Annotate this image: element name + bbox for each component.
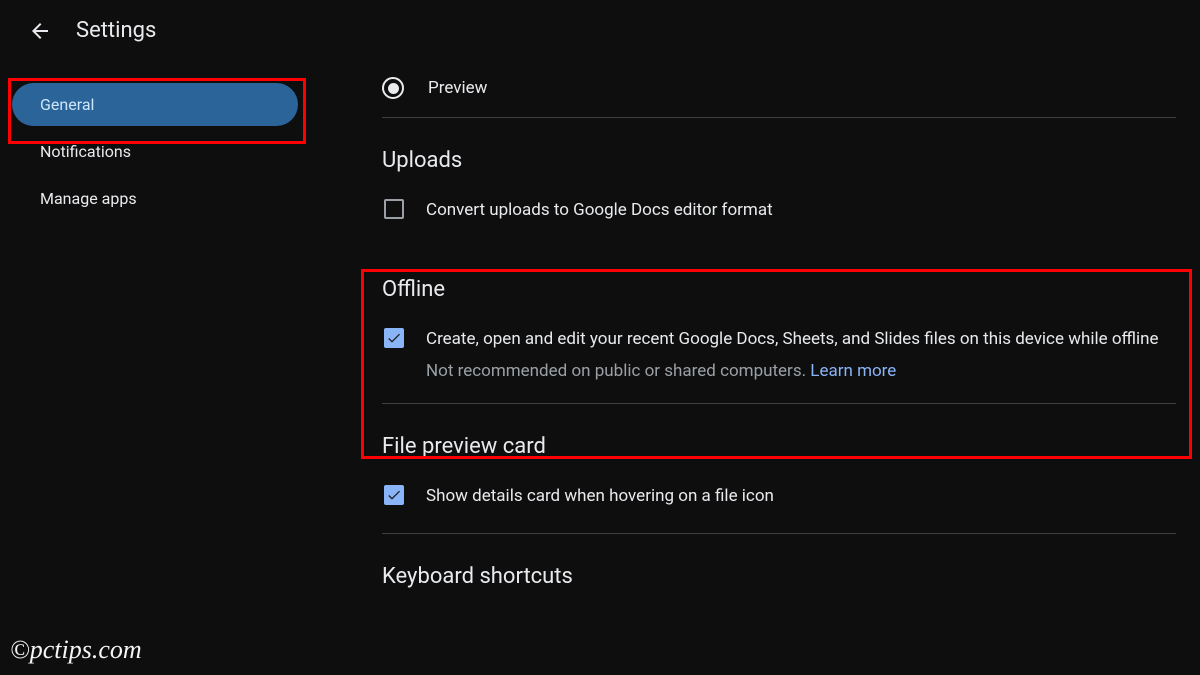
uploads-title: Uploads xyxy=(382,118,1176,191)
back-arrow-icon[interactable] xyxy=(28,19,52,43)
sidebar: General Notifications Manage apps xyxy=(0,61,310,607)
settings-content: Preview Uploads Convert uploads to Googl… xyxy=(310,61,1200,607)
file-preview-label: Show details card when hovering on a fil… xyxy=(426,483,774,509)
convert-uploads-checkbox[interactable] xyxy=(384,199,404,219)
offline-sub-text: Not recommended on public or shared comp… xyxy=(426,361,810,381)
offline-checkbox[interactable] xyxy=(384,328,404,348)
offline-label: Create, open and edit your recent Google… xyxy=(426,326,1159,352)
file-preview-title: File preview card xyxy=(382,404,1176,477)
keyboard-title: Keyboard shortcuts xyxy=(382,534,1176,607)
sidebar-item-manage-apps[interactable]: Manage apps xyxy=(12,177,298,220)
sidebar-item-label: Manage apps xyxy=(40,189,137,208)
sidebar-item-label: General xyxy=(40,95,94,114)
offline-title: Offline xyxy=(382,247,1176,320)
watermark: ©pctips.com xyxy=(10,635,142,665)
convert-uploads-label: Convert uploads to Google Docs editor fo… xyxy=(426,197,773,223)
preview-label: Preview xyxy=(428,78,487,98)
settings-header: Settings xyxy=(0,0,1200,61)
learn-more-link[interactable]: Learn more xyxy=(810,361,896,381)
offline-sublabel: Not recommended on public or shared comp… xyxy=(426,361,1159,381)
preview-row: Preview xyxy=(382,69,1176,117)
file-preview-row: Show details card when hovering on a fil… xyxy=(382,477,1176,533)
sidebar-item-label: Notifications xyxy=(40,142,131,161)
preview-radio[interactable] xyxy=(382,77,404,99)
file-preview-checkbox[interactable] xyxy=(384,485,404,505)
page-title: Settings xyxy=(76,18,156,43)
sidebar-item-notifications[interactable]: Notifications xyxy=(12,130,298,173)
offline-row: Create, open and edit your recent Google… xyxy=(382,320,1176,380)
radio-selected-icon xyxy=(388,83,399,94)
uploads-row: Convert uploads to Google Docs editor fo… xyxy=(382,191,1176,247)
sidebar-item-general[interactable]: General xyxy=(12,83,298,126)
